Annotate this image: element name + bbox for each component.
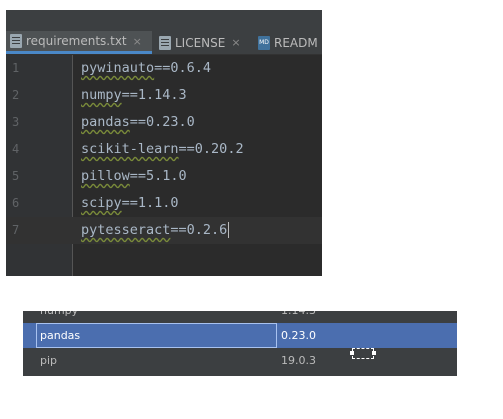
code-text[interactable]: pytesseract==0.2.6 — [81, 217, 230, 244]
package-version: ==0.6.4 — [154, 60, 212, 76]
code-line[interactable]: 1 pywinauto==0.6.4 — [6, 55, 322, 82]
package-version: ==1.1.0 — [121, 195, 179, 211]
editor-tab-bar: requirements.txt × LICENSE × MD READM — [6, 10, 322, 55]
code-text[interactable]: pandas==0.23.0 — [81, 109, 195, 136]
package-version: ==5.1.0 — [129, 168, 187, 184]
code-line[interactable]: 6 scipy==1.1.0 — [6, 190, 322, 217]
package-version: ==0.20.2 — [178, 141, 244, 157]
package-name: pywinauto — [81, 60, 155, 76]
code-editor: requirements.txt × LICENSE × MD READM 1 … — [6, 10, 322, 276]
package-version-cell: 0.23.0 — [281, 329, 316, 342]
package-version: ==1.14.3 — [121, 87, 187, 103]
code-line-current[interactable]: 7 pytesseract==0.2.6 — [6, 217, 322, 244]
tab-label: requirements.txt — [26, 34, 127, 48]
close-icon[interactable]: × — [133, 35, 142, 48]
line-number: 2 — [12, 88, 20, 102]
package-name: scipy — [81, 195, 122, 211]
package-version-cell: 1.14.3 — [281, 311, 316, 323]
tab-license[interactable]: LICENSE × — [155, 31, 251, 54]
line-number: 4 — [12, 142, 20, 156]
line-number: 5 — [12, 169, 20, 183]
table-row[interactable]: pip 19.0.3 — [23, 348, 457, 373]
package-name: pytesseract — [81, 222, 171, 238]
package-name: numpy — [81, 87, 122, 103]
line-number: 1 — [12, 61, 20, 75]
tab-label: LICENSE — [175, 35, 226, 50]
close-icon[interactable]: × — [231, 36, 240, 49]
code-text[interactable]: scikit-learn==0.20.2 — [81, 136, 244, 163]
package-table: numpy 1.14.3 pandas 0.23.0 pip 19.0.3 — [23, 311, 457, 376]
tab-requirements[interactable]: requirements.txt × — [6, 31, 152, 54]
code-text[interactable]: pywinauto==0.6.4 — [81, 55, 211, 82]
package-version: ==0.23.0 — [129, 114, 195, 130]
package-name: scikit-learn — [81, 141, 179, 157]
line-number: 3 — [12, 115, 20, 129]
line-number: 6 — [12, 196, 20, 210]
code-text[interactable]: pillow==5.1.0 — [81, 163, 187, 190]
code-line[interactable]: 5 pillow==5.1.0 — [6, 163, 322, 190]
code-lines[interactable]: 1 pywinauto==0.6.4 2 numpy==1.14.3 3 pan… — [6, 55, 322, 244]
tab-readme[interactable]: MD READM — [254, 31, 322, 54]
text-file-icon — [10, 34, 22, 48]
table-row-selected[interactable]: pandas 0.23.0 — [23, 323, 457, 348]
code-line[interactable]: 2 numpy==1.14.3 — [6, 82, 322, 109]
package-name-cell: numpy — [40, 311, 78, 323]
code-text[interactable]: numpy==1.14.3 — [81, 82, 187, 109]
package-name: pillow — [81, 168, 130, 184]
package-name-cell: pandas — [40, 329, 81, 342]
package-name-cell: pip — [40, 354, 58, 367]
code-text[interactable]: scipy==1.1.0 — [81, 190, 179, 217]
text-caret — [228, 222, 230, 238]
table-row[interactable]: numpy 1.14.3 — [23, 311, 457, 323]
line-number: 7 — [12, 223, 20, 237]
package-version-cell: 19.0.3 — [281, 354, 316, 367]
markdown-file-icon: MD — [258, 35, 270, 50]
package-name: pandas — [81, 114, 130, 130]
code-line[interactable]: 3 pandas==0.23.0 — [6, 109, 322, 136]
resize-handle-icon[interactable] — [350, 348, 376, 359]
package-version: ==0.2.6 — [170, 222, 228, 238]
tab-label: READM — [274, 35, 318, 50]
code-line[interactable]: 4 scikit-learn==0.20.2 — [6, 136, 322, 163]
text-file-icon — [159, 35, 171, 50]
